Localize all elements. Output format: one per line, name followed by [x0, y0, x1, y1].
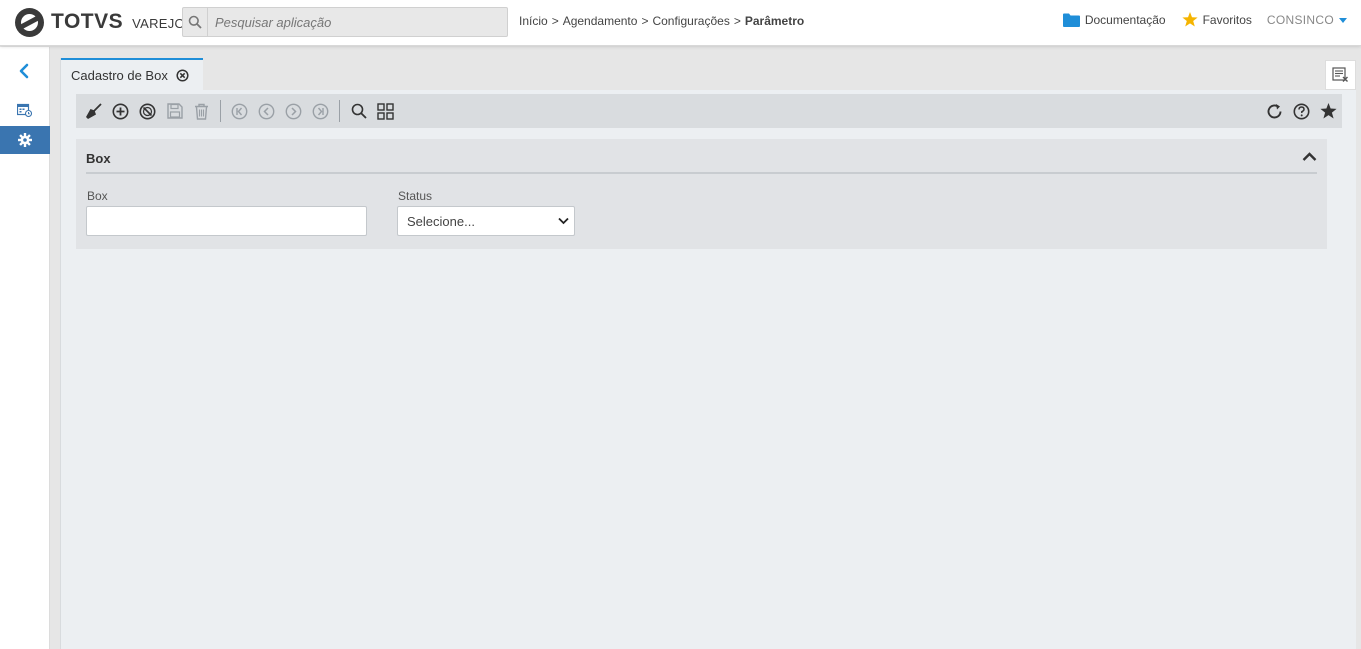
breadcrumb-item-current: Parâmetro [744, 14, 805, 28]
toolbar-separator [220, 100, 221, 122]
cancel-button[interactable] [134, 97, 161, 125]
logo-subtitle: VAREJO [132, 15, 185, 31]
sidebar [0, 47, 50, 649]
header-actions: Documentação Favoritos CONSINCO [1047, 12, 1347, 27]
previous-record-button[interactable] [253, 97, 280, 125]
last-record-button[interactable] [307, 97, 334, 125]
chevron-up-icon [1302, 152, 1317, 161]
caret-down-icon [1339, 18, 1347, 23]
box-panel: Box Box Status Selecione... [76, 139, 1327, 249]
search-button[interactable] [345, 97, 372, 125]
first-page-icon [231, 103, 248, 119]
chevron-right-circle-icon [285, 103, 302, 119]
grid-view-button[interactable] [372, 97, 399, 125]
close-all-tabs-icon [1332, 67, 1348, 82]
app-search [182, 7, 508, 37]
gear-icon [18, 133, 32, 147]
magnifier-icon [351, 103, 367, 119]
box-input[interactable] [86, 206, 367, 236]
close-tab-icon[interactable] [176, 68, 189, 82]
breadcrumb-separator: > [551, 14, 559, 28]
star-icon [1181, 12, 1198, 27]
chevron-left-circle-icon [258, 103, 275, 119]
box-field-label: Box [87, 189, 108, 203]
breadcrumb-separator: > [641, 14, 649, 28]
toolbar-right [1261, 97, 1342, 125]
save-icon [166, 103, 183, 119]
help-icon [1293, 103, 1310, 119]
refresh-button[interactable] [1261, 97, 1288, 125]
next-record-button[interactable] [280, 97, 307, 125]
search-icon[interactable] [183, 8, 208, 36]
breadcrumb-item-configuracoes[interactable]: Configurações [652, 14, 729, 28]
help-button[interactable] [1288, 97, 1315, 125]
main-content: Cadastro de Box Box Box Status Selecione… [60, 58, 1356, 649]
clear-button[interactable] [80, 97, 107, 125]
sidebar-collapse-button[interactable] [17, 63, 31, 84]
record-toolbar [76, 94, 1342, 128]
top-header: TOTVS VAREJO Início > Agendamento > Conf… [0, 0, 1361, 46]
folder-icon [1062, 13, 1080, 27]
breadcrumb-item-inicio[interactable]: Início [519, 14, 548, 28]
last-page-icon [312, 103, 329, 119]
toolbar-separator [339, 100, 340, 122]
favorites-label: Favoritos [1202, 12, 1252, 27]
close-all-tabs-button[interactable] [1325, 60, 1356, 90]
cancel-circle-icon [139, 103, 156, 119]
calendar-icon [16, 103, 33, 118]
panel-title: Box [86, 151, 111, 166]
broom-icon [86, 102, 102, 119]
chevron-down-icon [558, 217, 569, 225]
logo-text: TOTVS [51, 10, 124, 33]
grid-icon [377, 102, 394, 120]
tab-label: Cadastro de Box [71, 67, 168, 83]
sidebar-item-configuracoes[interactable] [0, 126, 50, 154]
user-menu[interactable]: CONSINCO [1267, 13, 1347, 27]
user-label: CONSINCO [1266, 12, 1334, 27]
tab-bar [203, 58, 1356, 90]
status-field-label: Status [398, 189, 433, 203]
breadcrumb-separator: > [733, 14, 741, 28]
totvs-logo-icon [15, 7, 44, 37]
tab-cadastro-de-box[interactable]: Cadastro de Box [61, 58, 203, 90]
delete-button[interactable] [188, 97, 215, 125]
totvs-logo[interactable]: TOTVS VAREJO [15, 7, 185, 37]
search-input[interactable] [208, 9, 498, 35]
documentation-link[interactable]: Documentação [1062, 12, 1166, 27]
save-button[interactable] [161, 97, 188, 125]
status-select[interactable]: Selecione... [397, 206, 575, 236]
first-record-button[interactable] [226, 97, 253, 125]
breadcrumb-item-agendamento[interactable]: Agendamento [563, 14, 638, 28]
panel-divider [86, 172, 1317, 174]
panel-collapse-button[interactable] [1302, 149, 1317, 167]
star-icon [1320, 103, 1337, 119]
plus-circle-icon [112, 103, 129, 119]
favorite-button[interactable] [1315, 97, 1342, 125]
status-selected-value: Selecione... [407, 213, 475, 229]
chevron-left-icon [19, 63, 29, 79]
documentation-label: Documentação [1084, 12, 1166, 27]
favorites-link[interactable]: Favoritos [1181, 12, 1252, 27]
breadcrumb: Início > Agendamento > Configurações > P… [519, 14, 804, 28]
refresh-icon [1267, 103, 1282, 118]
trash-icon [195, 103, 208, 120]
new-record-button[interactable] [107, 97, 134, 125]
sidebar-item-agendamento[interactable] [16, 103, 33, 122]
